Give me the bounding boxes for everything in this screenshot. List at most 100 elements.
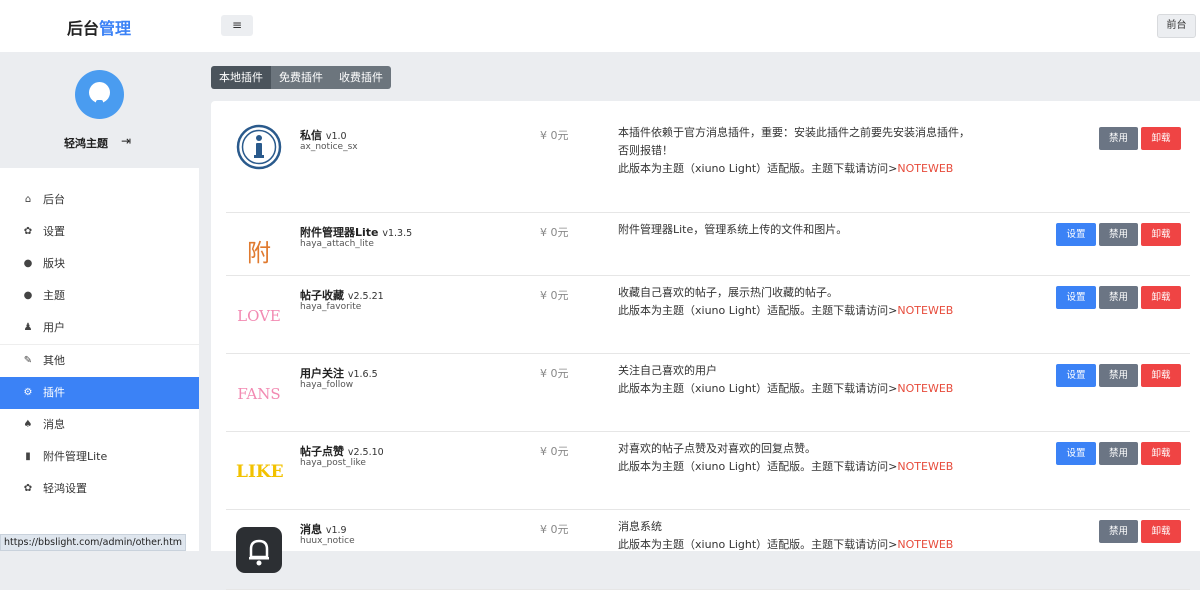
plugin-version: v1.3.5 xyxy=(382,228,413,239)
plugin-price: ¥ 0元 xyxy=(540,445,569,458)
sidebar-item-5[interactable]: ✎ 其他 xyxy=(0,344,199,376)
username: 轻鸿主题 xyxy=(64,137,108,150)
sidebar-item-label: 轻鸿设置 xyxy=(43,482,87,495)
sidebar-item-6[interactable]: ⚙ 插件 xyxy=(0,377,199,409)
noteweb-link[interactable]: NOTEWEB xyxy=(897,538,953,551)
plugin-disable-button[interactable]: 禁用 xyxy=(1099,520,1138,543)
plugin-settings-button[interactable]: 设置 xyxy=(1056,223,1096,246)
top-bar: 后台管理 ≡ 前台 xyxy=(0,0,1200,52)
plugin-price: ¥ 0元 xyxy=(540,226,569,239)
plugin-disable-button[interactable]: 禁用 xyxy=(1099,442,1138,465)
sidebar-item-8[interactable]: ▮ 附件管理Lite xyxy=(0,441,199,473)
plugin-name: 用户关注 v1.6.5 xyxy=(300,365,378,381)
plugin-title: 附件管理器Lite xyxy=(300,226,379,239)
sidebar-item-9[interactable]: ✿ 轻鸿设置 xyxy=(0,473,199,505)
logo-text-2: 管理 xyxy=(99,19,132,38)
plugin-description: 附件管理器Lite，管理系统上传的文件和图片。 xyxy=(618,223,848,236)
info-icon xyxy=(236,124,282,170)
plugin-uninstall-button[interactable]: 卸载 xyxy=(1141,286,1181,309)
plugin-version: v2.5.21 xyxy=(347,291,384,302)
plugin-row: 附附件管理器Lite v1.3.5 haya_attach_lite ¥ 0元 附件管… xyxy=(226,213,1190,276)
fans-logo: FANS xyxy=(237,385,281,403)
plugin-description: 此版本为主题（xiuno Light）适配版。主题下载请访问> xyxy=(618,538,898,551)
sidebar: 轻鸿主题 ⇥ ⌂ 后台 ✿ 设置 ● 版块 ● 主题 ♟ 用户 ✎ 其他 ⚙ 插件 ♠ 消息 ▮ 附件管理Lite… xyxy=(0,52,199,551)
plugin-title: 帖子点赞 xyxy=(300,445,344,458)
plugin-disable-button[interactable]: 禁用 xyxy=(1099,286,1138,309)
plugin-description-block: 消息系统 此版本为主题（xiuno Light）适配版。主题下载请访问>NOTEW… xyxy=(618,518,1018,554)
gear-icon: ✿ xyxy=(23,483,33,494)
plugin-row: FANS 用户关注 v1.6.5 haya_follow ¥ 0元 关注自己喜欢的用户此… xyxy=(226,354,1190,432)
sidebar-item-2[interactable]: ● 版块 xyxy=(0,248,199,280)
plugin-uninstall-button[interactable]: 卸载 xyxy=(1141,127,1181,150)
plugin-row: LOVE 帖子收藏 v2.5.21 haya_favorite ¥ 0元 收藏自己喜欢的… xyxy=(226,276,1190,354)
plugin-name: 私信 v1.0 xyxy=(300,127,347,143)
sidebar-item-label: 设置 xyxy=(43,225,65,238)
love-logo: LOVE xyxy=(237,307,281,325)
noteweb-link[interactable]: NOTEWEB xyxy=(897,460,953,473)
wrench-icon: ✎ xyxy=(23,355,33,366)
comment-icon: ● xyxy=(23,290,33,301)
plugin-price: ¥ 0元 xyxy=(540,289,569,302)
plugin-title: 帖子收藏 xyxy=(300,289,344,302)
plugin-tabs: 本地插件 免费插件 收费插件 xyxy=(211,66,391,89)
tab-paid-plugins[interactable]: 收费插件 xyxy=(331,66,391,89)
bell-logo-icon xyxy=(236,527,282,573)
user-icon: ♟ xyxy=(23,322,33,333)
tab-local-plugins[interactable]: 本地插件 xyxy=(211,66,271,89)
gears-icon: ⚙ xyxy=(23,387,33,398)
avatar[interactable] xyxy=(75,70,124,119)
plugin-description: 此版本为主题（xiuno Light）适配版。主题下载请访问> xyxy=(618,382,898,395)
plugin-price: ¥ 0元 xyxy=(540,367,569,380)
plugin-description-block: 附件管理器Lite，管理系统上传的文件和图片。 xyxy=(618,221,1018,239)
plugin-id: haya_follow xyxy=(300,380,354,390)
plugin-description: 此版本为主题（xiuno Light）适配版。主题下载请访问> xyxy=(618,162,898,175)
sidebar-item-7[interactable]: ♠ 消息 xyxy=(0,409,199,441)
plugin-description-block: 对喜欢的帖子点赞及对喜欢的回复点赞。 此版本为主题（xiuno Light）适配版… xyxy=(618,440,1018,476)
sidebar-item-label: 消息 xyxy=(43,418,65,431)
front-site-button[interactable]: 前台 xyxy=(1157,14,1196,38)
sidebar-item-4[interactable]: ♟ 用户 xyxy=(0,312,199,344)
tab-free-plugins[interactable]: 免费插件 xyxy=(271,66,331,89)
noteweb-link[interactable]: NOTEWEB xyxy=(897,162,953,175)
plugin-disable-button[interactable]: 禁用 xyxy=(1099,223,1138,246)
plugin-description-block: 本插件依赖于官方消息插件，重要：安装此插件之前要先安装消息插件， 否则报错！ 此版本… xyxy=(618,124,1018,178)
plugin-id: huux_notice xyxy=(300,536,355,546)
plugin-uninstall-button[interactable]: 卸载 xyxy=(1141,442,1181,465)
noteweb-link[interactable]: NOTEWEB xyxy=(897,382,953,395)
attach-logo: 附 xyxy=(247,239,271,267)
home-icon: ⌂ xyxy=(24,194,32,205)
plugin-description: 对喜欢的帖子点赞及对喜欢的回复点赞。 xyxy=(618,442,816,455)
plugin-uninstall-button[interactable]: 卸载 xyxy=(1141,223,1181,246)
app-logo[interactable]: 后台管理 xyxy=(67,15,131,39)
profile-panel: 轻鸿主题 ⇥ xyxy=(0,52,199,168)
menu-toggle-button[interactable]: ≡ xyxy=(221,15,253,36)
sidebar-item-0[interactable]: ⌂ 后台 xyxy=(0,184,199,216)
sidebar-item-label: 插件 xyxy=(43,386,65,399)
comment-icon: ● xyxy=(23,258,33,269)
sidebar-item-label: 附件管理Lite xyxy=(43,450,108,463)
plugin-price: ¥ 0元 xyxy=(540,129,569,142)
plugin-description: 收藏自己喜欢的帖子，展示热门收藏的帖子。 xyxy=(618,286,838,299)
sidebar-item-label: 后台 xyxy=(43,193,65,206)
plugin-settings-button[interactable]: 设置 xyxy=(1056,442,1096,465)
plugin-disable-button[interactable]: 禁用 xyxy=(1099,364,1138,387)
sidebar-item-label: 版块 xyxy=(43,257,65,270)
sidebar-item-label: 其他 xyxy=(43,354,65,367)
plugin-disable-button[interactable]: 禁用 xyxy=(1099,127,1138,150)
sidebar-item-1[interactable]: ✿ 设置 xyxy=(0,216,199,248)
hamburger-icon: ≡ xyxy=(231,18,243,32)
plugin-id: ax_notice_sx xyxy=(300,142,358,152)
plugin-row: LIKE 帖子点赞 v2.5.10 haya_post_like ¥ 0元 对喜欢的帖子… xyxy=(226,432,1190,510)
plugin-settings-button[interactable]: 设置 xyxy=(1056,286,1096,309)
sidebar-item-label: 主题 xyxy=(43,289,65,302)
plugin-name: 帖子点赞 v2.5.10 xyxy=(300,443,384,459)
plugin-uninstall-button[interactable]: 卸载 xyxy=(1141,520,1181,543)
logout-icon[interactable]: ⇥ xyxy=(121,134,131,148)
plugin-version: v1.0 xyxy=(325,131,347,142)
sidebar-item-3[interactable]: ● 主题 xyxy=(0,280,199,312)
plugin-uninstall-button[interactable]: 卸载 xyxy=(1141,364,1181,387)
plugin-description: 本插件依赖于官方消息插件，重要：安装此插件之前要先安装消息插件， xyxy=(618,126,970,139)
noteweb-link[interactable]: NOTEWEB xyxy=(897,304,953,317)
sidebar-item-label: 用户 xyxy=(43,321,65,334)
plugin-settings-button[interactable]: 设置 xyxy=(1056,364,1096,387)
